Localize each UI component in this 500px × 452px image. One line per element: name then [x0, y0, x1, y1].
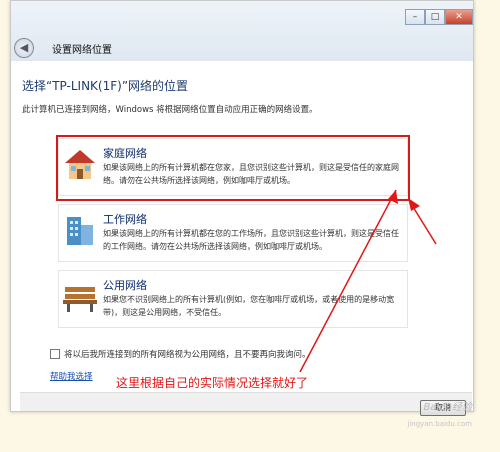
option-description: 如果您不识别网络上的所有计算机(例如，您在咖啡厅或机场，或者使用的是移动宽带)，… — [103, 295, 395, 317]
checkbox-label: 将以后我所连接到的所有网络视为公用网络，且不要再向我询问。 — [64, 350, 311, 360]
window-controls: – □ ✕ — [405, 9, 473, 25]
treat-as-public-checkbox[interactable]: 将以后我所连接到的所有网络视为公用网络，且不要再向我询问。 — [50, 348, 311, 360]
option-public-network[interactable]: 公用网络 如果您不识别网络上的所有计算机(例如，您在咖啡厅或机场，或者使用的是移… — [58, 270, 408, 328]
option-title: 公用网络 — [103, 279, 147, 292]
annotation-text: 这里根据自己的实际情况选择就好了 — [116, 376, 309, 390]
page-heading: 选择“TP-LINK(1F)”网络的位置 — [22, 79, 189, 93]
maximize-button[interactable]: □ — [425, 9, 445, 25]
option-description: 如果该网络上的所有计算机都在您的工作场所，且您识别这些计算机，则这是受信任的工作… — [103, 229, 399, 251]
watermark-url: jingyan.baidu.com — [407, 420, 472, 428]
dialog-footer — [20, 392, 472, 411]
office-building-icon — [61, 211, 99, 249]
close-button[interactable]: ✕ — [445, 9, 473, 25]
selection-highlight — [56, 135, 410, 201]
watermark: Baidu经验 — [423, 402, 472, 413]
page-description: 此计算机已连接到网络，Windows 将根据网络位置自动应用正确的网络设置。 — [22, 105, 318, 115]
help-me-choose-link[interactable]: 帮助我选择 — [50, 370, 93, 382]
minimize-button[interactable]: – — [405, 9, 425, 25]
option-work-network[interactable]: 工作网络 如果该网络上的所有计算机都在您的工作场所，且您识别这些计算机，则这是受… — [58, 204, 408, 262]
option-title: 工作网络 — [103, 213, 147, 226]
window-title: 设置网络位置 — [52, 45, 112, 56]
checkbox-box[interactable] — [50, 349, 60, 359]
park-bench-icon — [61, 277, 99, 315]
back-button[interactable]: ◀ — [14, 38, 34, 58]
